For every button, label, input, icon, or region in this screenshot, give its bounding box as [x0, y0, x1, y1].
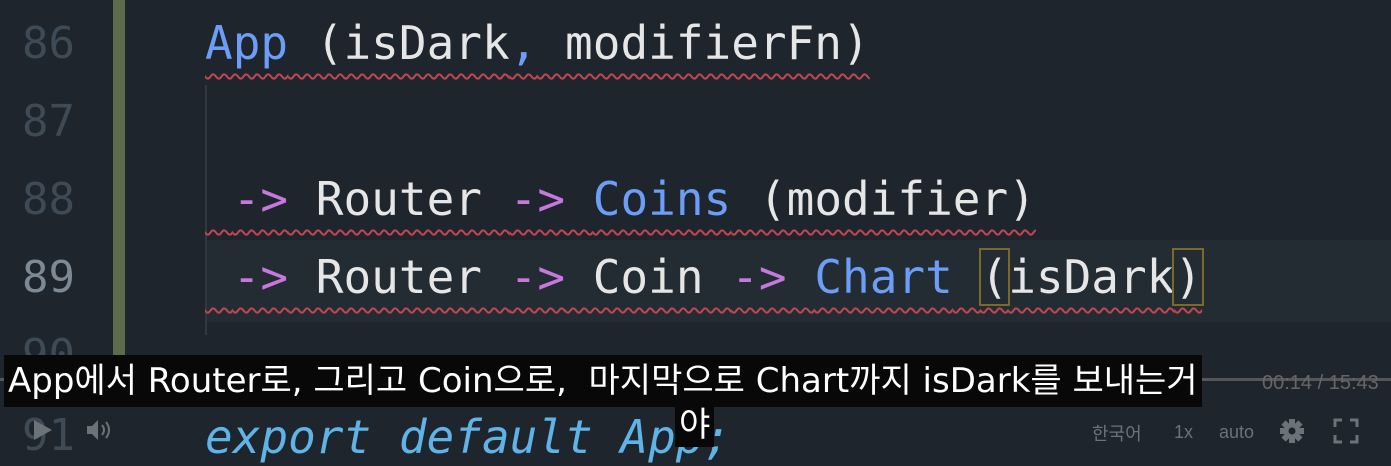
play-button[interactable]: [32, 418, 54, 447]
code-token: modifierFn): [537, 16, 870, 70]
code-token: isDark: [1008, 250, 1175, 304]
code-line-86: App (isDark, modifierFn): [205, 16, 870, 70]
quality-button[interactable]: auto: [1219, 422, 1254, 443]
code-line-89: -> Router -> Coin -> Chart (isDark): [205, 248, 1205, 306]
line-number: 88: [22, 174, 75, 225]
code-token: App: [205, 16, 289, 70]
code-token: Coin: [565, 250, 732, 304]
bracket-match: (: [978, 248, 1011, 306]
code-token: (modifier): [731, 172, 1036, 226]
code-token: ->: [232, 250, 289, 304]
line-number: 87: [22, 96, 75, 147]
play-icon: [34, 420, 52, 440]
code-token: Router: [288, 250, 510, 304]
code-token: ->: [509, 172, 566, 226]
settings-button[interactable]: [1279, 418, 1305, 449]
code-token: Router: [288, 172, 510, 226]
git-gutter-modified: [113, 0, 125, 390]
volume-icon: [87, 420, 110, 440]
speed-button[interactable]: 1x: [1174, 422, 1193, 443]
volume-button[interactable]: [85, 418, 117, 447]
subtitle-line-2: 야: [675, 403, 715, 447]
fullscreen-button[interactable]: [1333, 418, 1359, 449]
subtitle-line-1: App에서 Router로, 그리고 Coin으로, 마지막으로 Chart까지…: [4, 355, 1202, 407]
code-token: Chart: [814, 250, 953, 304]
code-token: (isDark: [288, 16, 510, 70]
gear-icon: [1280, 419, 1304, 443]
code-token: ->: [232, 172, 289, 226]
code-token: ,: [509, 16, 538, 70]
language-button[interactable]: 한국어: [1092, 420, 1142, 446]
code-token: ->: [509, 250, 566, 304]
line-number: 89: [22, 252, 75, 303]
code-line-91: export default App;: [205, 410, 731, 464]
line-number: 86: [22, 18, 75, 69]
code-token: ->: [731, 250, 787, 304]
code-line-88: -> Router -> Coins (modifier): [205, 172, 1036, 226]
fullscreen-icon: [1333, 418, 1359, 444]
time-display: 00:14 / 15:43: [1262, 372, 1379, 394]
bracket-match: ): [1172, 248, 1205, 306]
code-token: Coins: [592, 172, 732, 226]
code-token: export default: [205, 410, 621, 464]
